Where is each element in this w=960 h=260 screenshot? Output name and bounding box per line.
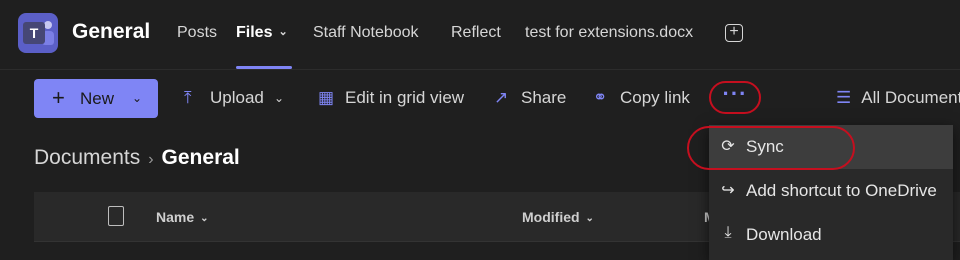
download-icon: ⤓: [724, 224, 732, 241]
view-selector[interactable]: ☰ All Documents: [836, 88, 960, 108]
share-icon: ↗: [494, 88, 509, 107]
chevron-down-icon: ⌄: [200, 213, 209, 224]
link-icon: ⚭: [593, 88, 608, 107]
tab-reflect[interactable]: Reflect: [451, 24, 501, 42]
breadcrumb-documents[interactable]: Documents: [34, 146, 140, 169]
active-tab-indicator: [236, 66, 292, 69]
more-options-menu: ⟳ Sync ↪ Add shortcut to OneDrive ⤓ Down…: [709, 125, 953, 260]
tab-staff-notebook[interactable]: Staff Notebook: [313, 24, 419, 42]
sync-icon: ⟳: [721, 138, 735, 155]
upload-icon: ⤒: [184, 88, 192, 107]
menu-item-sync[interactable]: ⟳ Sync: [709, 125, 953, 169]
channel-header: T General Posts Files ⌄ Staff Notebook Re…: [0, 0, 960, 70]
tab-files[interactable]: Files ⌄: [236, 24, 288, 42]
tab-posts[interactable]: Posts: [177, 24, 217, 42]
breadcrumb: Documents › General: [34, 146, 240, 170]
more-options-button[interactable]: ···: [710, 80, 760, 114]
tab-test-for-extensions[interactable]: test for extensions.docx: [525, 24, 693, 42]
chevron-down-icon: ⌄: [132, 91, 143, 105]
column-header-modified[interactable]: Modified ⌄: [522, 209, 594, 225]
teams-icon: T: [18, 13, 58, 53]
new-button-label: New: [80, 89, 115, 108]
menu-item-download[interactable]: ⤓ Download: [709, 213, 953, 257]
plus-icon: +: [52, 85, 65, 110]
add-shortcut-icon: ↪: [721, 182, 735, 199]
grid-icon: ▦: [318, 88, 335, 107]
column-header-name[interactable]: Name ⌄: [156, 209, 209, 225]
channel-title: General: [72, 20, 151, 43]
file-type-icon[interactable]: [108, 206, 124, 226]
menu-item-add-shortcut[interactable]: ↪ Add shortcut to OneDrive: [709, 169, 953, 213]
chevron-right-icon: ›: [148, 151, 154, 168]
chevron-down-icon: ⌄: [274, 91, 285, 105]
list-view-icon: ☰: [836, 88, 852, 107]
breadcrumb-current: General: [161, 146, 240, 169]
add-tab-icon[interactable]: +: [725, 24, 743, 42]
new-button[interactable]: + New ⌄: [34, 79, 158, 118]
chevron-down-icon: ⌄: [585, 213, 594, 224]
chevron-down-icon: ⌄: [278, 26, 288, 38]
